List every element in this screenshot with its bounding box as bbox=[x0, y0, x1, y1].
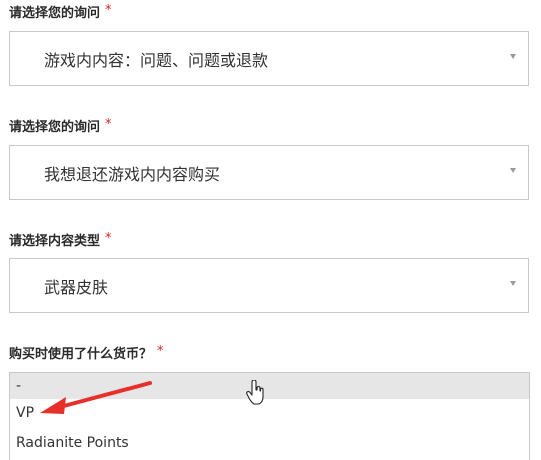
red-arrow-annotation bbox=[40, 381, 152, 414]
hand-cursor-icon bbox=[246, 380, 264, 405]
